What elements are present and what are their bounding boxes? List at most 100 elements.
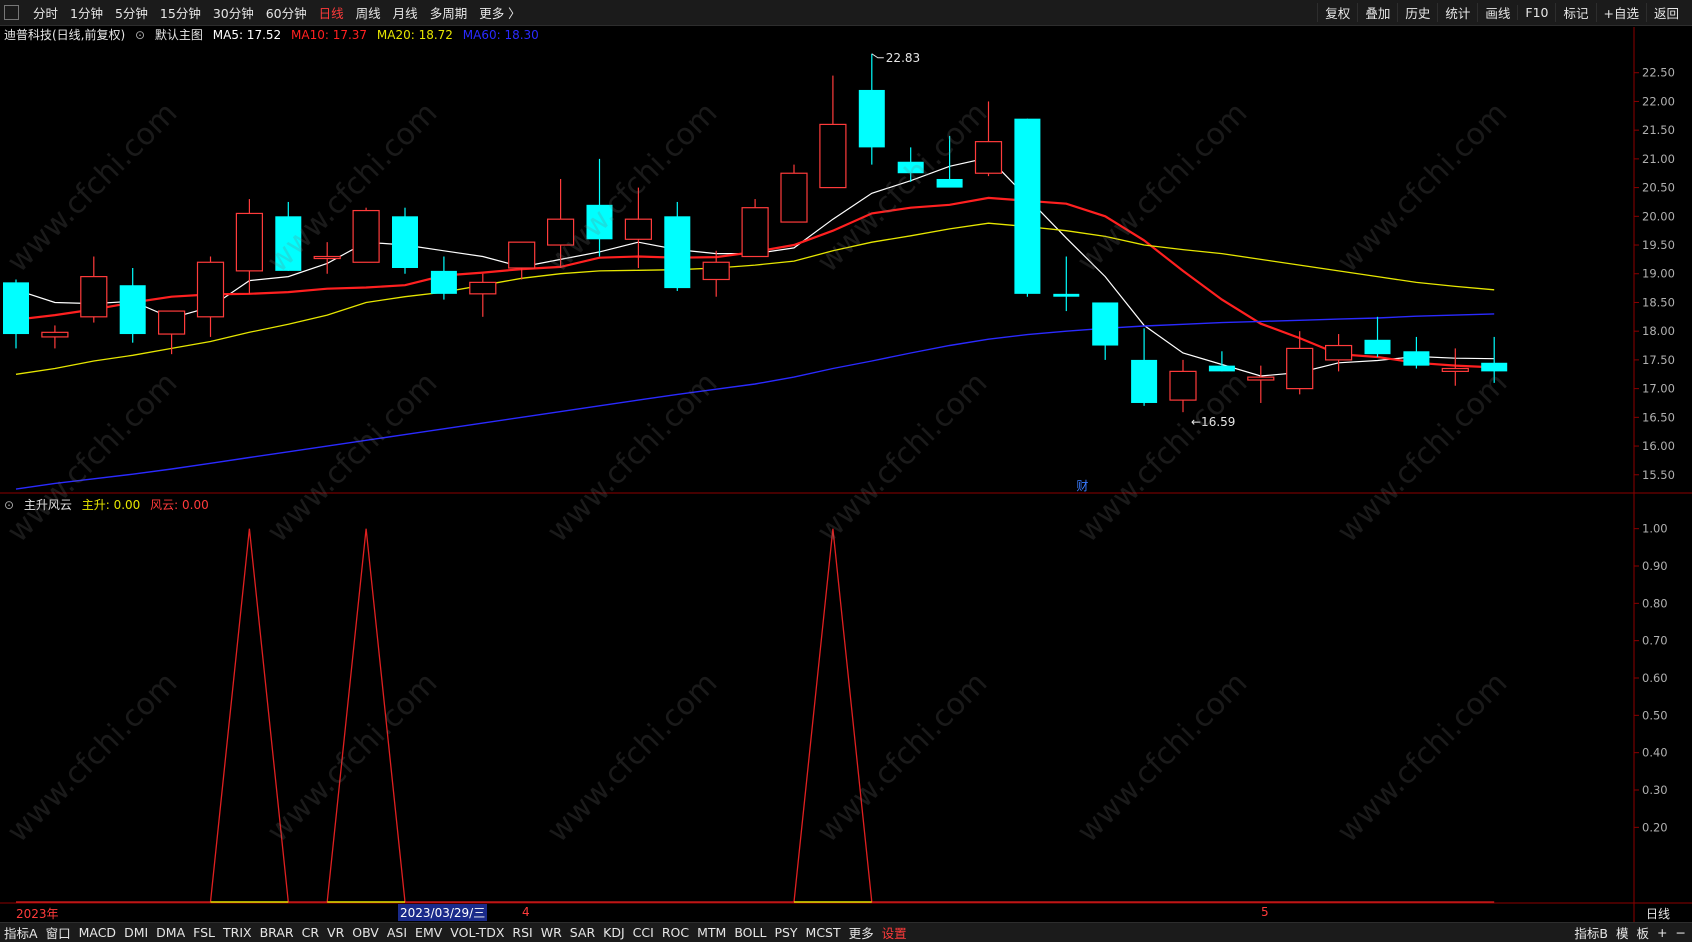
- indicator-tab[interactable]: DMI: [120, 925, 152, 940]
- candle-body: [158, 310, 186, 335]
- price-tick-label: 16.00: [1642, 439, 1675, 453]
- stock-chart[interactable]: 15.50 16.00 16.50 17.00 17.50 18.00 18.50 19.00…: [0, 0, 1692, 922]
- indicator-tab[interactable]: MTM: [693, 925, 730, 940]
- candle-body: [352, 209, 380, 263]
- price-tick-label: 17.00: [1642, 382, 1675, 396]
- indicator-tick-label: 0.80: [1642, 596, 1668, 610]
- x-axis: 2023年 2023/03/29/三 4 5 日线: [0, 904, 1692, 922]
- candle-body: [1014, 118, 1041, 294]
- candle-body: [1208, 365, 1235, 372]
- month-4-label: 4: [522, 905, 530, 919]
- high-price-marker: [871, 53, 884, 59]
- price-tick-label: 21.00: [1642, 152, 1675, 166]
- candle-body: [80, 276, 108, 318]
- candle-body: [1092, 302, 1119, 346]
- indicator-tab[interactable]: 窗口: [42, 923, 75, 942]
- candle-body: [1441, 367, 1469, 372]
- candle-body: [1247, 376, 1275, 381]
- indicator-b-tab[interactable]: 指标B: [1570, 923, 1612, 942]
- candle-body: [664, 216, 691, 289]
- candle-body: [1286, 347, 1314, 390]
- indicator-tab[interactable]: 设置: [878, 923, 911, 942]
- indicator-b-tab[interactable]: +: [1653, 925, 1671, 940]
- indicator-tick-label: 0.70: [1642, 634, 1668, 648]
- year-label: 2023年: [16, 907, 59, 921]
- candle-body: [235, 212, 263, 272]
- indicator-line-zs: [16, 528, 1495, 903]
- indicator-b-tab[interactable]: 板: [1633, 923, 1654, 942]
- indicator-tick-label: 0.50: [1642, 708, 1668, 722]
- candle-body: [819, 123, 847, 189]
- price-tick-label: 20.00: [1642, 209, 1675, 223]
- indicator-tab[interactable]: PSY: [770, 925, 801, 940]
- indicator-tab[interactable]: BOLL: [730, 925, 770, 940]
- indicator-tab[interactable]: CCI: [629, 925, 658, 940]
- indicator-tab[interactable]: SAR: [566, 925, 599, 940]
- indicator-tab[interactable]: ROC: [658, 925, 693, 940]
- candle-body: [974, 141, 1003, 174]
- indicator-tab[interactable]: DMA: [152, 925, 189, 940]
- indicator-tab[interactable]: ASI: [383, 925, 411, 940]
- indicator-tab[interactable]: FSL: [189, 925, 219, 940]
- candle-body: [1481, 362, 1508, 372]
- price-tick-label: 22.50: [1642, 66, 1675, 80]
- indicator-tab[interactable]: 更多: [845, 923, 878, 942]
- candle-body: [702, 261, 730, 281]
- indicator-tab[interactable]: VOL-TDX: [446, 925, 508, 940]
- indicator-tab[interactable]: BRAR: [256, 925, 298, 940]
- price-tick-label: 19.00: [1642, 267, 1675, 281]
- candle-body: [624, 218, 653, 240]
- ma-line-ma60: [15, 313, 1495, 490]
- candle-body: [119, 285, 146, 335]
- candle-body: [430, 270, 457, 294]
- indicator-b-tab[interactable]: 模: [1612, 923, 1633, 942]
- indicator-tab[interactable]: MACD: [75, 925, 120, 940]
- candle-body: [41, 331, 69, 338]
- indicator-tab[interactable]: CR: [298, 925, 323, 940]
- indicator-tick-label: 0.90: [1642, 559, 1668, 573]
- indicator-tabs-bar: 指标A 窗口 MACD DMI DMA FSL TRIX BRAR CR VR OBV ASI EMV V…: [0, 922, 1692, 942]
- candle-body: [196, 261, 225, 318]
- indicator-tab[interactable]: VR: [323, 925, 348, 940]
- price-tick-label: 19.50: [1642, 238, 1675, 252]
- candle-body: [3, 282, 29, 335]
- indicator-b-tabs: 指标B 模板 + −: [1570, 923, 1690, 942]
- candle-body: [1053, 293, 1080, 297]
- indicator-tab[interactable]: WR: [537, 925, 566, 940]
- candle-body: [508, 241, 536, 269]
- candle-body: [1169, 370, 1197, 401]
- indicator-tab[interactable]: TRIX: [219, 925, 256, 940]
- candle-body: [546, 218, 575, 246]
- candle-body: [936, 178, 963, 188]
- price-tick-label: 16.50: [1642, 410, 1675, 424]
- candle-body: [741, 207, 769, 258]
- candle-body: [780, 172, 808, 223]
- cursor-date: 2023/03/29/三: [398, 904, 488, 921]
- indicator-tab[interactable]: RSI: [508, 925, 536, 940]
- indicator-tab[interactable]: MCST: [802, 925, 845, 940]
- candle-body: [1403, 351, 1430, 366]
- candle-body: [1131, 359, 1158, 403]
- candle-body: [469, 281, 497, 295]
- indicator-tick-label: 0.40: [1642, 746, 1668, 760]
- candle-body: [1364, 339, 1391, 355]
- candle-body: [586, 204, 613, 240]
- indicator-tick-label: 0.30: [1642, 783, 1668, 797]
- indicator-tab[interactable]: KDJ: [599, 925, 629, 940]
- price-tick-label: 17.50: [1642, 353, 1675, 367]
- candle-body: [392, 216, 418, 268]
- high-price-label: 22.83: [886, 51, 920, 65]
- price-tick-label: 18.50: [1642, 295, 1675, 309]
- price-tick-label: 15.50: [1642, 468, 1675, 482]
- indicator-b-tab[interactable]: −: [1672, 925, 1690, 940]
- financial-marker[interactable]: 财: [1076, 479, 1088, 493]
- indicator-tab[interactable]: EMV: [411, 925, 446, 940]
- indicator-tab[interactable]: 指标A: [0, 923, 42, 942]
- indicator-tabs: 指标A 窗口 MACD DMI DMA FSL TRIX BRAR CR VR OBV ASI EMV V…: [0, 923, 911, 942]
- indicator-tab[interactable]: OBV: [348, 925, 383, 940]
- month-5-label: 5: [1261, 905, 1269, 919]
- candle-body: [858, 89, 885, 148]
- price-tick-label: 22.00: [1642, 94, 1675, 108]
- price-tick-label: 18.00: [1642, 324, 1675, 338]
- candle-body: [275, 216, 302, 271]
